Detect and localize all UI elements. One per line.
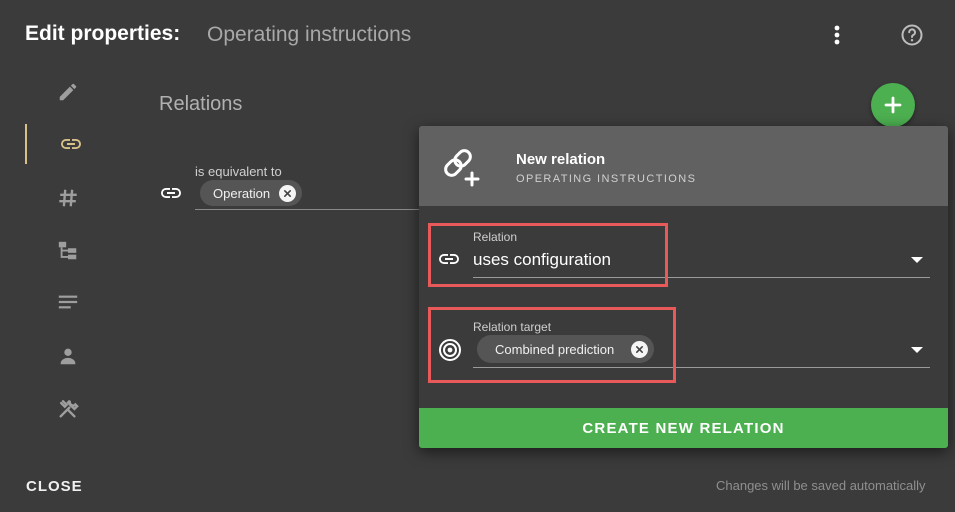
panel-header: New relation OPERATING INSTRUCTIONS: [419, 126, 948, 206]
relation-dropdown-arrow[interactable]: [911, 257, 923, 263]
section-title: Relations: [159, 93, 243, 115]
sidebar-item-relations[interactable]: [25, 124, 115, 164]
sidebar-item-responsible[interactable]: [25, 336, 115, 376]
add-link-icon: [444, 149, 480, 187]
pencil-icon: [59, 83, 77, 101]
relation-type-label: is equivalent to: [195, 164, 282, 179]
panel-title: New relation: [516, 151, 606, 168]
add-link-icon-wrapper: [441, 146, 483, 193]
sidebar-item-attributes[interactable]: [25, 178, 115, 218]
relation-target-chip[interactable]: Operation: [200, 180, 303, 206]
target-dropdown-arrow[interactable]: [911, 347, 923, 353]
relation-field-underline: [195, 209, 420, 210]
create-relation-button[interactable]: CREATE NEW RELATION: [419, 408, 948, 448]
tools-icon: [59, 399, 79, 418]
help-icon: [901, 24, 923, 46]
hash-icon: [59, 189, 77, 207]
page-title: Edit properties:: [25, 22, 181, 45]
sidebar-item-edit[interactable]: [25, 72, 115, 112]
hierarchy-icon: [58, 241, 77, 260]
plus-icon: [884, 96, 902, 114]
link-icon: [61, 139, 81, 149]
page-subtitle: Operating instructions: [207, 23, 412, 46]
chip-label: Operation: [213, 185, 271, 201]
highlight-box-relation: [428, 223, 668, 287]
new-relation-panel: New relation OPERATING INSTRUCTIONS Rela…: [419, 126, 948, 448]
more-vertical-icon: [834, 25, 840, 45]
autosave-note: Changes will be saved automatically: [716, 478, 926, 493]
panel-subtitle: OPERATING INSTRUCTIONS: [516, 173, 697, 185]
add-relation-button[interactable]: [871, 83, 915, 127]
highlight-box-target: [428, 307, 676, 383]
link-icon: [161, 188, 181, 198]
close-button[interactable]: CLOSE: [26, 478, 83, 495]
person-icon: [60, 348, 76, 365]
close-icon: [284, 189, 292, 197]
help-button[interactable]: [898, 21, 926, 49]
more-options-button[interactable]: [824, 22, 850, 48]
sidebar-item-hierarchy[interactable]: [25, 231, 115, 271]
sidebar-item-description[interactable]: [25, 282, 115, 322]
sidebar-item-tools[interactable]: [25, 389, 115, 429]
text-lines-icon: [58, 295, 78, 309]
remove-chip-button[interactable]: [279, 184, 297, 202]
relation-link-icon-wrapper: [159, 181, 183, 210]
